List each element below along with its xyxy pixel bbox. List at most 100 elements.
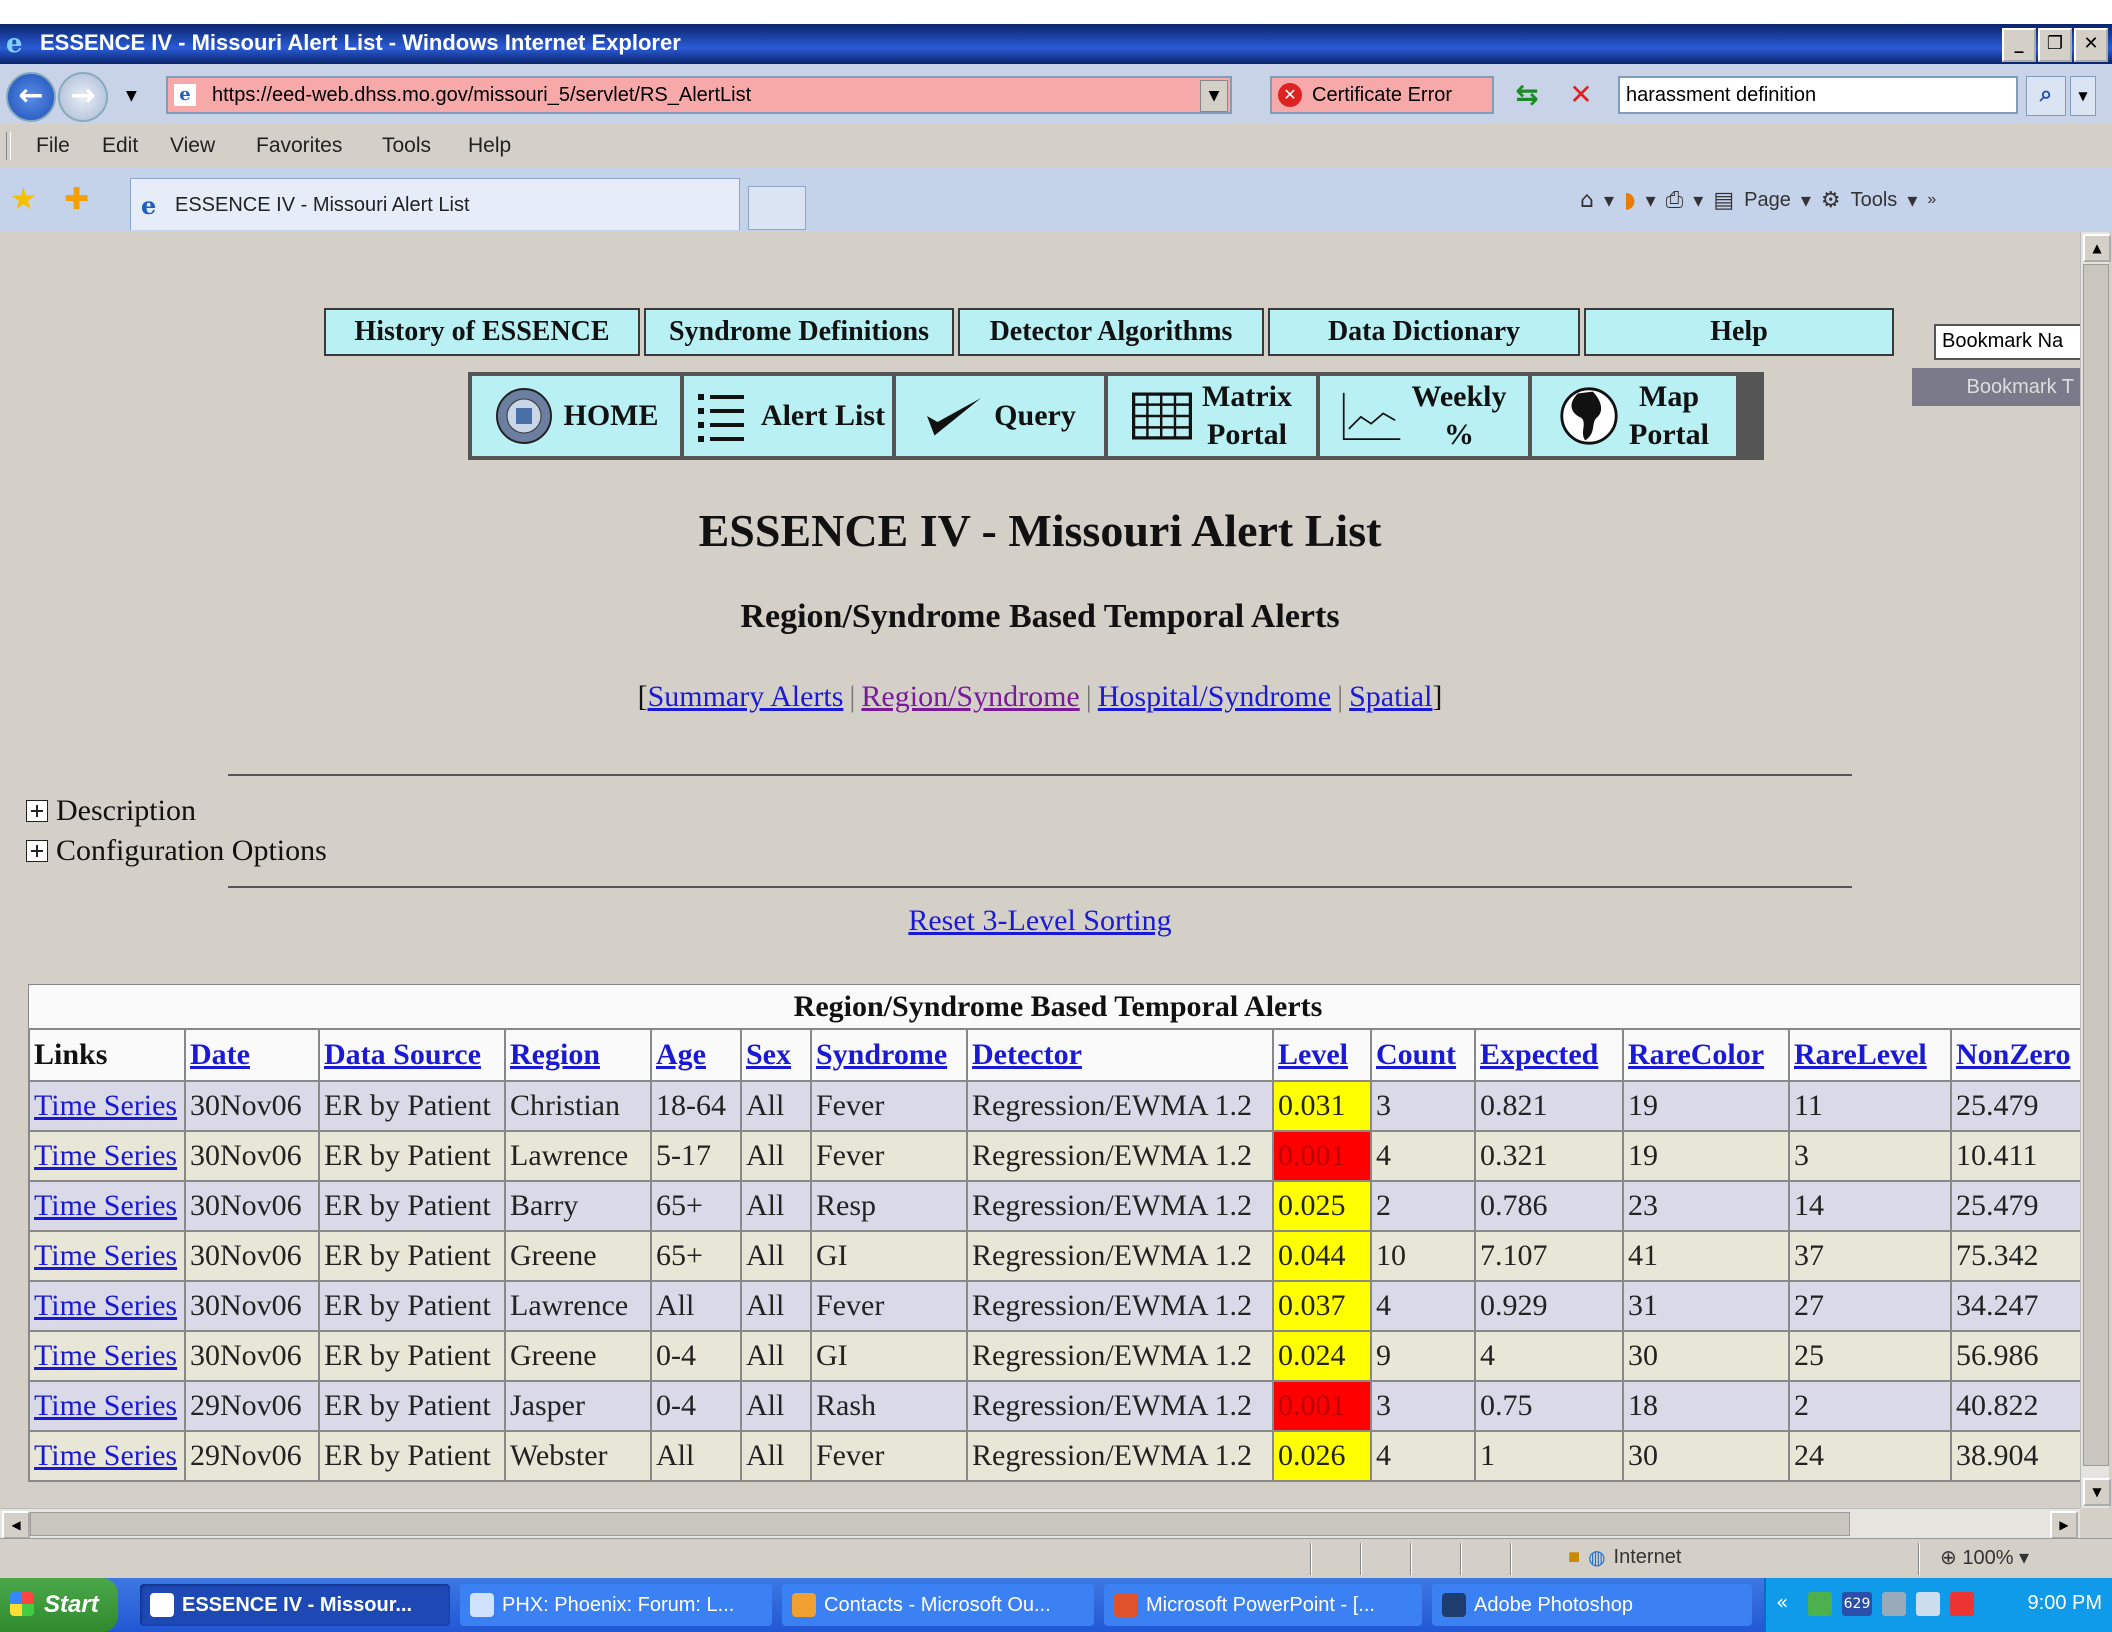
- header-date[interactable]: Date: [190, 1038, 250, 1071]
- horizontal-scrollbar[interactable]: ◀ ▶: [0, 1508, 2080, 1539]
- search-input[interactable]: harassment definition: [1618, 76, 2018, 114]
- nav-help[interactable]: Help: [1584, 308, 1894, 356]
- description-toggle[interactable]: Description: [26, 794, 196, 828]
- tray-speaker-icon[interactable]: [1882, 1592, 1906, 1616]
- tray-expand-icon[interactable]: «: [1776, 1590, 1788, 1614]
- header-region[interactable]: Region: [510, 1038, 600, 1071]
- menu-file[interactable]: File: [36, 134, 70, 158]
- minimize-button[interactable]: _: [2002, 28, 2036, 62]
- tray-wireless-icon[interactable]: [1950, 1592, 1974, 1616]
- nav-history-of-essence[interactable]: History of ESSENCE: [324, 308, 640, 356]
- history-dropdown-icon[interactable]: ▼: [126, 88, 137, 104]
- link-spatial[interactable]: Spatial: [1349, 680, 1432, 713]
- header-detector[interactable]: Detector: [972, 1038, 1082, 1071]
- header-data-source[interactable]: Data Source: [324, 1038, 481, 1071]
- nav-detector-algorithms[interactable]: Detector Algorithms: [958, 308, 1264, 356]
- task-phoenix-forum[interactable]: PHX: Phoenix: Forum: L...: [460, 1584, 772, 1626]
- cell-region: Lawrence: [504, 1130, 652, 1182]
- tab-title: ESSENCE IV - Missouri Alert List: [175, 194, 470, 216]
- menu-view[interactable]: View: [170, 134, 215, 158]
- search-options-icon[interactable]: ▼: [2070, 76, 2096, 116]
- favorites-star-icon[interactable]: ★: [10, 182, 37, 217]
- header-syndrome[interactable]: Syndrome: [816, 1038, 947, 1071]
- restore-button[interactable]: ❐: [2038, 28, 2072, 62]
- scroll-left-icon[interactable]: ◀: [2, 1511, 30, 1539]
- task-powerpoint[interactable]: Microsoft PowerPoint - [...: [1104, 1584, 1422, 1626]
- tab-active[interactable]: e ESSENCE IV - Missouri Alert List: [130, 178, 740, 230]
- nav-map-portal[interactable]: Map Portal: [1532, 376, 1736, 456]
- scroll-right-icon[interactable]: ▶: [2050, 1511, 2078, 1539]
- bookmark-name-input[interactable]: Bookmark Na: [1934, 324, 2080, 360]
- taskbar-clock[interactable]: 9:00 PM: [2028, 1592, 2102, 1615]
- header-sex[interactable]: Sex: [746, 1038, 791, 1071]
- toolbar-grip[interactable]: [6, 132, 11, 160]
- header-age[interactable]: Age: [656, 1038, 706, 1071]
- tray-network-icon[interactable]: [1916, 1592, 1940, 1616]
- time-series-link[interactable]: Time Series: [34, 1439, 177, 1472]
- print-icon[interactable]: ⎙: [1666, 188, 1684, 213]
- time-series-link[interactable]: Time Series: [34, 1139, 177, 1172]
- reset-sorting-link[interactable]: Reset 3-Level Sorting: [908, 904, 1171, 937]
- new-tab-button[interactable]: [748, 186, 806, 230]
- header-level[interactable]: Level: [1278, 1038, 1348, 1071]
- time-series-link[interactable]: Time Series: [34, 1189, 177, 1222]
- tools-menu[interactable]: Tools: [1851, 189, 1898, 212]
- nav-alert-list[interactable]: Alert List: [684, 376, 892, 456]
- back-button[interactable]: ←: [6, 72, 56, 122]
- task-photoshop[interactable]: Adobe Photoshop: [1432, 1584, 1752, 1626]
- task-essence[interactable]: ESSENCE IV - Missour...: [140, 1584, 450, 1626]
- task-outlook-contacts[interactable]: Contacts - Microsoft Ou...: [782, 1584, 1094, 1626]
- chevron-more-icon[interactable]: »: [1927, 191, 1936, 209]
- cell-date: 30Nov06: [184, 1180, 320, 1232]
- vertical-scroll-thumb[interactable]: [2083, 264, 2109, 1466]
- home-icon[interactable]: ⌂: [1580, 188, 1594, 213]
- header-nonzero[interactable]: NonZero: [1956, 1038, 2070, 1071]
- forward-button[interactable]: →: [58, 72, 108, 122]
- nav-home[interactable]: HOME: [472, 376, 680, 456]
- tray-badge-icon[interactable]: 629: [1842, 1592, 1872, 1616]
- nav-matrix-portal[interactable]: Matrix Portal: [1108, 376, 1316, 456]
- stop-icon[interactable]: ✕: [1564, 78, 1598, 112]
- search-icon[interactable]: ⌕: [2026, 76, 2066, 116]
- nav-weekly-percent[interactable]: Weekly%: [1320, 376, 1528, 456]
- horizontal-scroll-thumb[interactable]: [30, 1512, 1850, 1536]
- header-rarecolor[interactable]: RareColor: [1628, 1038, 1764, 1071]
- nav-query[interactable]: Query: [896, 376, 1104, 456]
- header-count[interactable]: Count: [1376, 1038, 1456, 1071]
- address-dropdown-icon[interactable]: ▼: [1200, 80, 1228, 112]
- add-favorites-icon[interactable]: ✚: [64, 182, 89, 217]
- close-button[interactable]: ✕: [2074, 28, 2108, 62]
- start-button[interactable]: Start: [0, 1578, 118, 1632]
- menu-favorites[interactable]: Favorites: [256, 134, 342, 158]
- certificate-error-button[interactable]: ✕ Certificate Error: [1270, 76, 1494, 114]
- header-rarelevel[interactable]: RareLevel: [1794, 1038, 1927, 1071]
- header-expected[interactable]: Expected: [1480, 1038, 1598, 1071]
- zoom-level[interactable]: ⊕ 100% ▾: [1940, 1545, 2029, 1570]
- page-menu[interactable]: Page: [1744, 189, 1791, 212]
- menu-help[interactable]: Help: [468, 134, 511, 158]
- scroll-up-icon[interactable]: ▲: [2083, 234, 2111, 262]
- address-url[interactable]: https://eed-web.dhss.mo.gov/missouri_5/s…: [212, 84, 751, 107]
- time-series-link[interactable]: Time Series: [34, 1089, 177, 1122]
- bookmark-button[interactable]: Bookmark T: [1912, 368, 2080, 406]
- feeds-icon[interactable]: ◗: [1624, 188, 1636, 213]
- refresh-icon[interactable]: ⇆: [1510, 78, 1544, 112]
- time-series-link[interactable]: Time Series: [34, 1389, 177, 1422]
- menu-tools[interactable]: Tools: [382, 134, 431, 158]
- vertical-scrollbar[interactable]: ▲ ▼: [2080, 232, 2111, 1508]
- time-series-link[interactable]: Time Series: [34, 1239, 177, 1272]
- cell-data-source: ER by Patient: [318, 1230, 506, 1282]
- nav-syndrome-definitions[interactable]: Syndrome Definitions: [644, 308, 954, 356]
- time-series-link[interactable]: Time Series: [34, 1339, 177, 1372]
- link-summary-alerts[interactable]: Summary Alerts: [648, 680, 844, 713]
- tray-user-icon[interactable]: [1808, 1592, 1832, 1616]
- address-bar[interactable]: e https://eed-web.dhss.mo.gov/missouri_5…: [166, 76, 1232, 114]
- link-region-syndrome[interactable]: Region/Syndrome: [861, 680, 1079, 713]
- nav-data-dictionary[interactable]: Data Dictionary: [1268, 308, 1580, 356]
- configuration-options-toggle[interactable]: Configuration Options: [26, 834, 327, 868]
- link-hospital-syndrome[interactable]: Hospital/Syndrome: [1098, 680, 1331, 713]
- menu-edit[interactable]: Edit: [102, 134, 138, 158]
- security-zone[interactable]: ■ ◍ Internet: [1568, 1545, 1681, 1570]
- time-series-link[interactable]: Time Series: [34, 1289, 177, 1322]
- scroll-down-icon[interactable]: ▼: [2083, 1478, 2111, 1506]
